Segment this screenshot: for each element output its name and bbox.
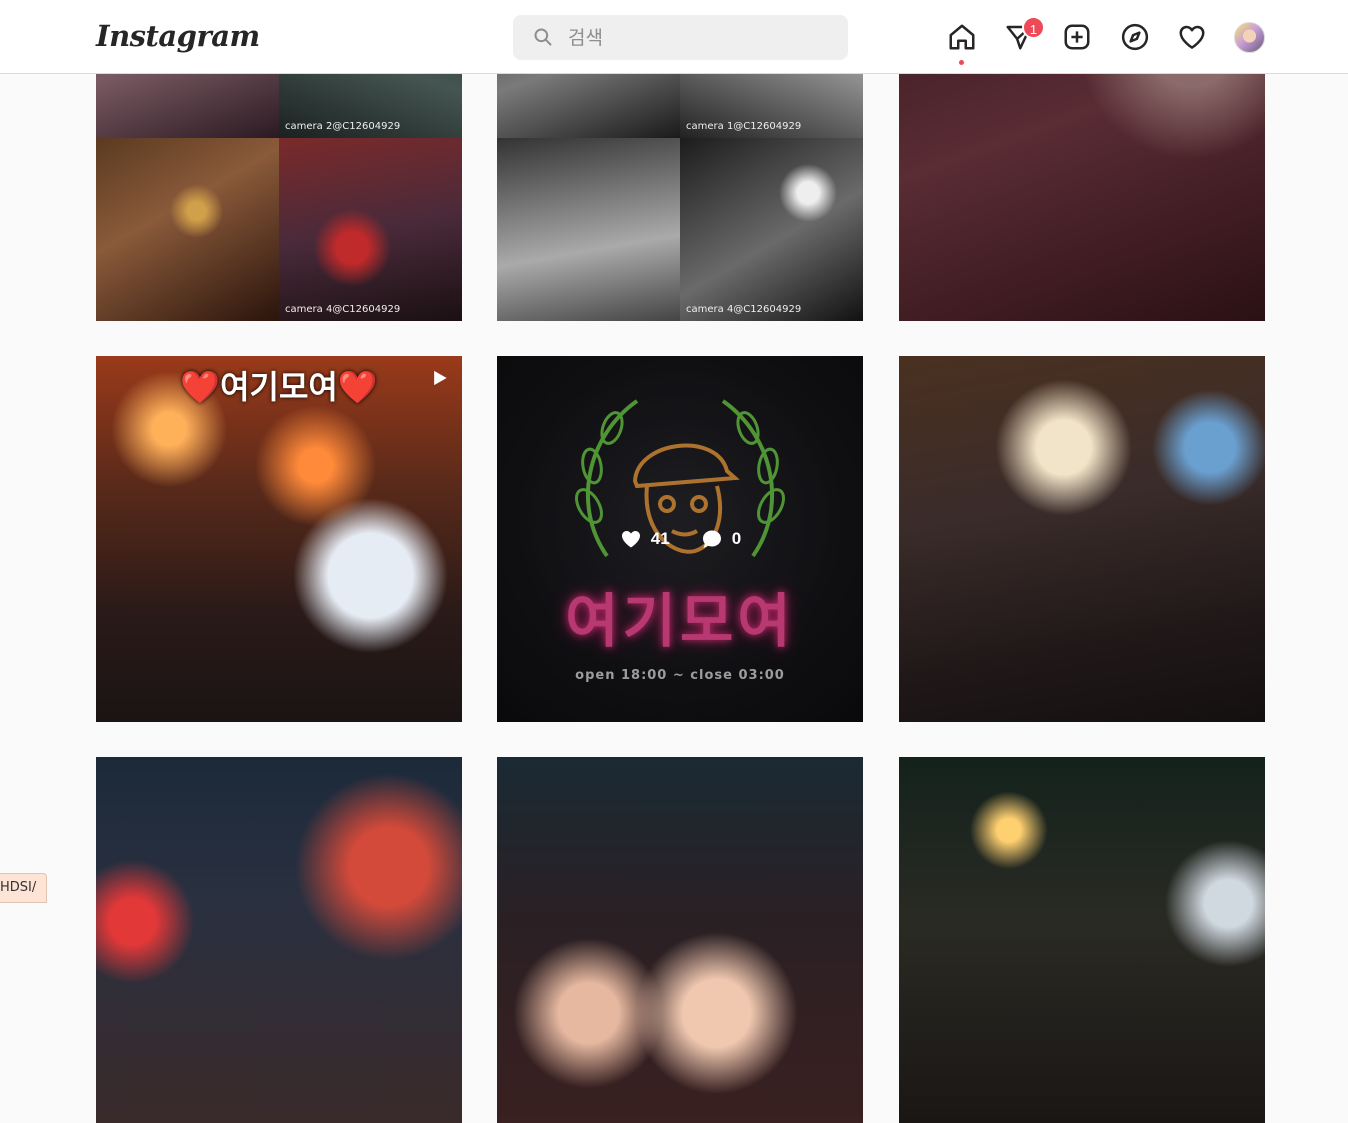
camera-caption: camera 4@C12604929 [686,304,802,315]
grid-post-2-2[interactable]: 여기모여 open 18:00 ~ close 03:00 41 0 [497,356,863,722]
grid-post-3-3[interactable] [899,757,1265,1123]
grid-post-2-1[interactable]: ❤️여기모여❤️ [96,356,462,722]
home-active-dot [959,60,964,65]
grid-post-3-1[interactable] [96,757,462,1123]
likes-count: 41 [650,529,670,548]
search-input[interactable] [568,15,828,60]
search-box[interactable] [513,15,848,60]
explore-icon [1121,23,1149,51]
hover-stats-overlay: 41 0 [497,356,863,722]
profile-avatar[interactable] [1234,22,1265,53]
photo-quadrant: camera 4@C12604929 [279,138,462,321]
camera-caption: camera 1@C12604929 [686,121,802,132]
explore-button[interactable] [1118,20,1152,54]
home-button[interactable] [945,20,979,54]
new-post-button[interactable] [1060,20,1094,54]
heart-icon [621,531,640,548]
video-banner-text: ❤️여기모여❤️ [180,368,378,406]
video-play-icon [434,370,447,386]
home-icon [949,24,975,50]
photo-quadrant [497,138,680,321]
grid-post-3-2[interactable] [497,757,863,1123]
notification-badge: 1 [1022,16,1045,39]
status-url-tooltip: HDSI/ [0,873,48,903]
activity-heart-icon [1179,25,1205,49]
comments-stat: 0 [700,527,741,551]
camera-caption: camera 4@C12604929 [285,304,401,315]
grid-post-2-3[interactable] [899,356,1265,722]
comment-icon [702,530,721,548]
comments-count: 0 [731,529,742,548]
search-icon [534,28,552,46]
photo-quadrant: camera 4@C12604929 [680,138,863,321]
instagram-logo[interactable]: Instagram [96,19,260,53]
likes-stat: 41 [619,527,670,551]
top-nav-bar: Instagram 1 [0,0,1348,74]
new-post-icon [1064,24,1090,50]
activity-button[interactable] [1175,20,1209,54]
camera-caption: camera 2@C12604929 [285,121,401,132]
photo-quadrant [96,138,279,321]
